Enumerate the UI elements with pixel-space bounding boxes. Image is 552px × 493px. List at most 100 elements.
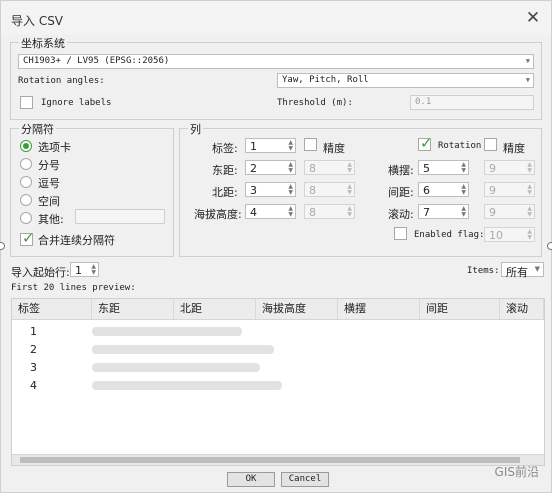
separator-group-label: 分隔符 (19, 121, 56, 137)
spin-down-icon[interactable]: ▼ (288, 212, 293, 218)
pitch-column-label: 间距: (388, 186, 414, 199)
merge-separators-checkbox[interactable] (20, 229, 35, 247)
start-row-spinbox[interactable]: 1 ▲ ▼ (70, 262, 99, 277)
spin-down-icon[interactable]: ▼ (288, 190, 293, 196)
spin-down-icon[interactable]: ▼ (461, 168, 466, 174)
threshold-label: Threshold (m): (277, 98, 353, 108)
table-header: 标签 东距 北距 海拔高度 横摆 间距 滚动 (12, 299, 544, 320)
pitch-column-value: 6 (423, 184, 430, 197)
east-precision-spinbox[interactable]: 8 ▲ ▼ (304, 160, 355, 175)
rotation-checkbox[interactable] (418, 134, 433, 152)
horizontal-scrollbar[interactable] (12, 454, 544, 465)
label-column-value: 1 (250, 140, 257, 153)
spin-down-icon[interactable]: ▼ (91, 270, 96, 276)
scrollbar-thumb[interactable] (20, 457, 520, 463)
resize-handle-right[interactable] (547, 242, 552, 250)
radio-other-label: 其他: (38, 213, 64, 226)
redacted-cell (92, 363, 260, 372)
cancel-button[interactable]: Cancel (281, 472, 329, 487)
redacted-cell (92, 345, 274, 354)
items-select[interactable]: 所有 ▼ (501, 262, 544, 279)
north-column-label: 北距: (212, 186, 238, 199)
col-header[interactable]: 海拔高度 (256, 299, 338, 319)
precision-label: 精度 (323, 142, 345, 155)
altitude-column-value: 4 (250, 206, 257, 219)
roll-column-label: 滚动: (388, 208, 414, 221)
radio-comma-label: 逗号 (38, 177, 60, 190)
close-icon[interactable]: ✕ (523, 8, 543, 28)
ignore-labels-label: Ignore labels (41, 98, 112, 108)
pitch-precision-spinbox[interactable]: 9 ▲ ▼ (484, 182, 535, 197)
crs-select-value: CH1903+ / LV95 (EPSG::2056) (23, 56, 170, 66)
radio-semicolon[interactable] (20, 158, 32, 170)
radio-tab-label: 选项卡 (38, 141, 71, 154)
chevron-down-icon: ▼ (525, 76, 530, 84)
redacted-cell (92, 327, 242, 336)
rotation-precision-checkbox[interactable] (484, 138, 497, 151)
yaw-precision-value: 9 (489, 162, 496, 175)
merge-separators-label: 合并连续分隔符 (38, 234, 115, 247)
items-label: Items: (467, 266, 500, 276)
rotation-angles-value: Yaw, Pitch, Roll (282, 75, 369, 85)
altitude-column-spinbox[interactable]: 4 ▲ ▼ (245, 204, 296, 219)
ignore-labels-checkbox[interactable] (20, 96, 33, 109)
other-separator-input[interactable] (75, 209, 165, 224)
crs-select[interactable]: CH1903+ / LV95 (EPSG::2056) ▼ (18, 54, 534, 69)
yaw-precision-spinbox[interactable]: 9 ▲ ▼ (484, 160, 535, 175)
columns-group: 列 标签: 1 ▲ ▼ 精度 东距: 2 ▲ ▼ 8 ▲ ▼ 北距: 3 ▲ ▼… (179, 121, 542, 257)
yaw-column-spinbox[interactable]: 5 ▲ ▼ (418, 160, 469, 175)
pitch-column-spinbox[interactable]: 6 ▲ ▼ (418, 182, 469, 197)
north-precision-spinbox[interactable]: 8 ▲ ▼ (304, 182, 355, 197)
east-column-spinbox[interactable]: 2 ▲ ▼ (245, 160, 296, 175)
rotation-angles-select[interactable]: Yaw, Pitch, Roll ▼ (277, 73, 534, 88)
precision-checkbox[interactable] (304, 138, 317, 151)
roll-column-spinbox[interactable]: 7 ▲ ▼ (418, 204, 469, 219)
radio-tab[interactable] (20, 140, 32, 152)
table-row[interactable]: 4 (30, 379, 37, 392)
enabled-flag-label: Enabled flag: (414, 230, 485, 240)
crs-group: 坐标系统 CH1903+ / LV95 (EPSG::2056) ▼ Rotat… (10, 35, 542, 120)
radio-space-label: 空间 (38, 195, 60, 208)
radio-other[interactable] (20, 212, 32, 224)
table-row[interactable]: 2 (30, 343, 37, 356)
altitude-precision-spinbox[interactable]: 8 ▲ ▼ (304, 204, 355, 219)
roll-precision-spinbox[interactable]: 9 ▲ ▼ (484, 204, 535, 219)
threshold-input[interactable]: 0.1 (410, 95, 534, 110)
spin-down-icon: ▼ (347, 167, 352, 174)
altitude-column-label: 海拔高度: (194, 208, 242, 221)
col-header[interactable]: 东距 (92, 299, 174, 319)
table-row[interactable]: 1 (30, 325, 37, 338)
spin-down-icon[interactable]: ▼ (288, 146, 293, 152)
spin-down-icon[interactable]: ▼ (288, 168, 293, 174)
yaw-column-value: 5 (423, 162, 430, 175)
col-header[interactable]: 标签 (12, 299, 92, 319)
col-header[interactable]: 北距 (174, 299, 256, 319)
columns-group-label: 列 (188, 121, 203, 137)
spin-down-icon: ▼ (527, 167, 532, 174)
preview-label: First 20 lines preview: (11, 283, 136, 293)
spin-down-icon: ▼ (527, 211, 532, 218)
radio-space[interactable] (20, 194, 32, 206)
chevron-down-icon: ▼ (534, 265, 540, 273)
roll-column-value: 7 (423, 206, 430, 219)
ok-button[interactable]: OK (227, 472, 275, 487)
items-select-value: 所有 (506, 266, 528, 279)
north-column-spinbox[interactable]: 3 ▲ ▼ (245, 182, 296, 197)
rotation-precision-label: 精度 (503, 142, 525, 155)
col-header[interactable]: 横摆 (338, 299, 420, 319)
table-row[interactable]: 3 (30, 361, 37, 374)
col-header[interactable]: 间距 (420, 299, 500, 319)
radio-comma[interactable] (20, 176, 32, 188)
dialog-title: 导入 CSV (11, 14, 64, 28)
spin-down-icon[interactable]: ▼ (461, 190, 466, 196)
roll-precision-value: 9 (489, 206, 496, 219)
col-header[interactable]: 滚动 (500, 299, 544, 319)
start-row-label: 导入起始行: (11, 266, 70, 279)
spin-down-icon: ▼ (347, 189, 352, 196)
enabled-flag-checkbox[interactable] (394, 227, 407, 240)
enabled-flag-spinbox[interactable]: 10 ▲ ▼ (484, 227, 535, 242)
label-column-spinbox[interactable]: 1 ▲ ▼ (245, 138, 296, 153)
spin-down-icon[interactable]: ▼ (461, 212, 466, 218)
import-csv-dialog: 导入 CSV ✕ 坐标系统 CH1903+ / LV95 (EPSG::2056… (0, 0, 552, 493)
spin-down-icon: ▼ (527, 189, 532, 196)
